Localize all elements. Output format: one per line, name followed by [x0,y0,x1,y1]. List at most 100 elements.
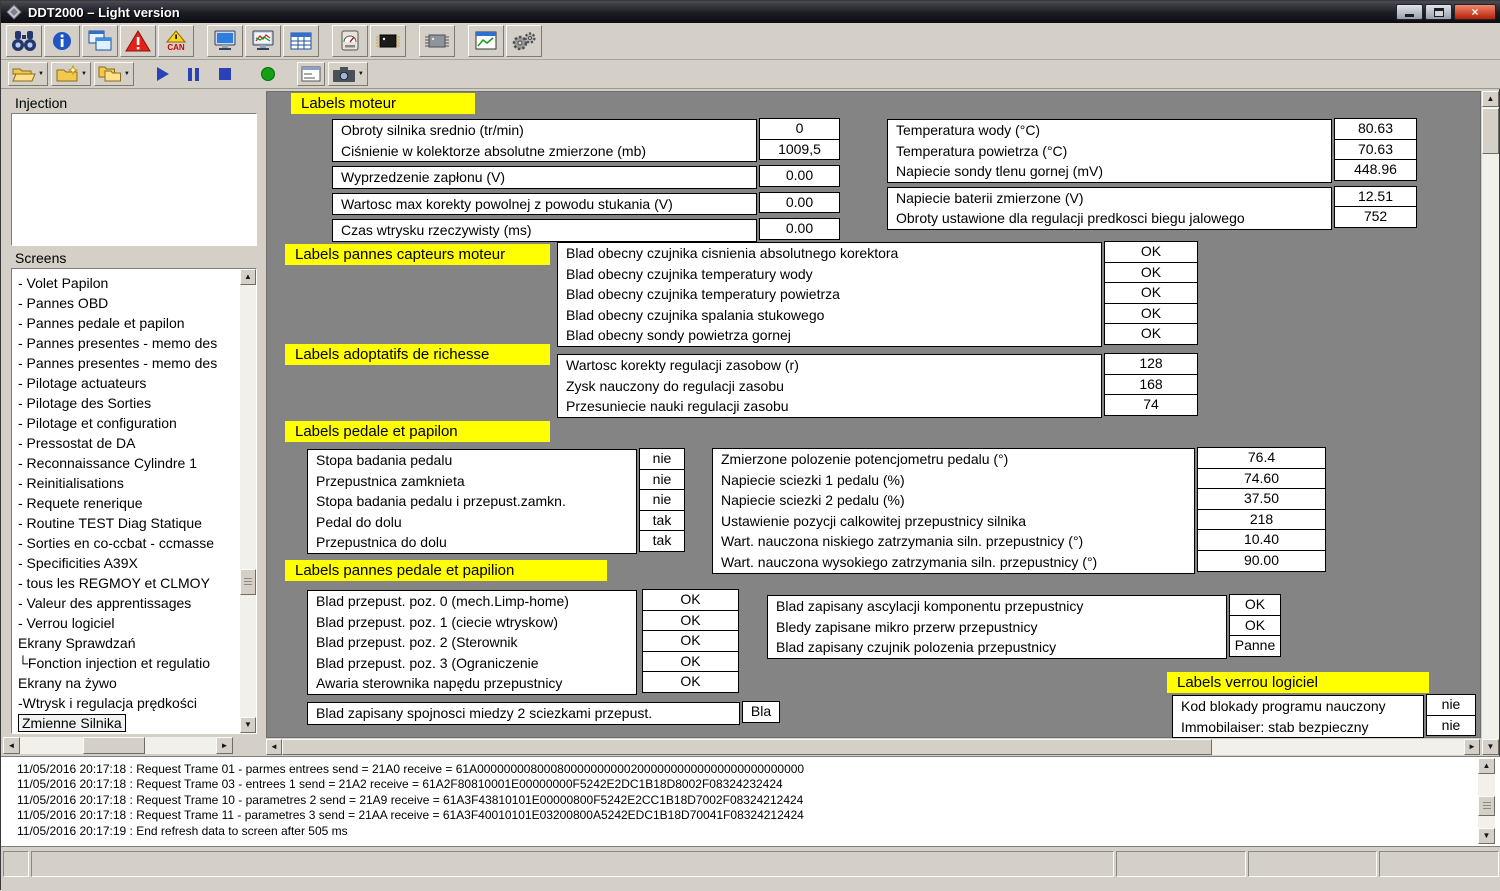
param-value: nie [639,469,685,491]
scroll-up-button[interactable]: ▲ [1482,91,1499,107]
param-value: OK [642,651,739,673]
injection-panel[interactable] [11,113,257,246]
scroll-thumb[interactable] [1482,108,1499,154]
measure-button[interactable] [332,25,368,57]
info-button[interactable] [44,25,80,57]
sidebar-item[interactable]: - Routine TEST Diag Statique [14,513,238,533]
screens-vertical-scrollbar[interactable]: ▲ ▼ [240,269,256,733]
sidebar-item[interactable]: - Pilotage des Sorties [14,393,238,413]
minimize-button[interactable] [1396,4,1423,20]
param-labels: Napiecie baterii zmierzone (V)Obroty ust… [887,187,1332,230]
new-folder-button[interactable]: ▼ [51,62,91,86]
folders-button[interactable]: ▼ [94,62,134,86]
param-value: 90.00 [1197,550,1326,572]
scroll-thumb[interactable] [83,737,145,754]
scroll-thumb[interactable] [1478,796,1495,816]
sidebar-item[interactable]: - tous les REGMOY et CLMOY [14,573,238,593]
capteurs-table: Blad obecny czujnika cisnienia absolutne… [557,242,1198,347]
param-value: Panne [1229,635,1281,657]
log-vertical-scrollbar[interactable]: ▲ ▼ [1478,758,1495,844]
chart-window-button[interactable] [468,25,504,57]
param-label: Pedal do dolu [308,512,636,533]
table-button[interactable] [283,25,319,57]
scroll-up-button[interactable]: ▲ [240,269,256,285]
sidebar-item[interactable]: - Pilotage et configuration [14,413,238,433]
param-values: 0.00 [759,166,840,187]
graph-button[interactable] [245,25,281,57]
monitor-button[interactable] [207,25,243,57]
form-button[interactable] [297,62,325,86]
log-line: 11/05/2016 20:17:18 : Request Trame 11 -… [17,808,1477,823]
sidebar-item[interactable]: - Pannes OBD [14,293,238,313]
main-horizontal-scrollbar[interactable]: ◄ ► [266,739,1480,755]
scroll-up-button[interactable]: ▲ [1478,758,1495,774]
sidebar-item[interactable]: - Sorties en co-ccbat - ccmasse [14,533,238,553]
warning-icon [125,29,151,53]
param-group: Blad obecny czujnika cisnienia absolutne… [557,242,1198,347]
param-labels: Wartosc max korekty powolnej z powodu st… [332,193,757,216]
sidebar-item[interactable]: - Pressostat de DA [14,433,238,453]
faults-button[interactable] [120,25,156,57]
sidebar-item[interactable]: - Specificities A39X [14,553,238,573]
sidebar-item[interactable]: - Requete renerique [14,493,238,513]
sidebar-item-label: - Requete renerique [18,493,143,513]
param-labels: Zmierzone polozenie potencjometru pedalu… [712,448,1195,574]
app-window: DDT2000 – Light version × [0,0,1500,890]
settings-button[interactable] [506,25,542,57]
maximize-button[interactable] [1425,4,1452,20]
param-values: OKOKOKOKOK [642,590,739,693]
sidebar-item[interactable]: - Volet Papilon [14,273,238,293]
can-faults-button[interactable]: CAN [158,25,194,57]
scroll-thumb[interactable] [282,739,1212,755]
sidebar-item[interactable]: Zmienne Silnika [14,713,238,733]
param-values: OKOKPanne [1229,595,1281,657]
param-value: OK [642,589,739,611]
camera-button[interactable]: ▼ [328,62,368,86]
toolbar-separator [242,74,251,75]
scroll-down-button[interactable]: ▼ [240,717,256,733]
sidebar-item[interactable]: - Pannes presentes - memo des [14,353,238,373]
sidebar-item[interactable]: - Pannes pedale et papilon [14,313,238,333]
scroll-left-button[interactable]: ◄ [266,739,282,755]
main-vertical-scrollbar[interactable]: ▲ ▼ [1482,91,1499,755]
param-group: Napiecie baterii zmierzone (V)Obroty ust… [887,187,1417,230]
ecu-button[interactable] [370,25,406,57]
param-group: Obroty silnika srednio (tr/min)Ciśnienie… [332,119,840,162]
param-values: 01009,5 [759,119,840,160]
sidebar-item[interactable]: -Wtrysk i regulacja prędkości [14,693,238,713]
param-value: OK [1229,594,1281,616]
param-labels: Blad zapisany ascylacji komponentu przep… [767,595,1227,659]
scroll-down-button[interactable]: ▼ [1482,739,1499,755]
pedale-right-table: Zmierzone polozenie potencjometru pedalu… [712,448,1326,574]
play-button[interactable] [149,62,177,86]
sidebar-item[interactable]: └Fonction injection et regulatio [14,653,238,673]
scroll-right-button[interactable]: ► [216,737,233,754]
sidebar-item[interactable]: - Pannes presentes - memo des [14,333,238,353]
scroll-thumb[interactable] [240,569,256,595]
sidebar-horizontal-scrollbar[interactable]: ◄ ► [3,737,233,754]
pause-button[interactable] [180,62,208,86]
log-line: 11/05/2016 20:17:18 : Request Trame 01 -… [17,762,1477,777]
screens-header: Screens [15,250,66,266]
sidebar-item[interactable]: - Verrou logiciel [14,613,238,633]
screens-button[interactable] [82,25,118,57]
stop-button[interactable] [211,62,239,86]
injection-header: Injection [15,95,67,111]
sidebar-item[interactable]: - Reconnaissance Cylindre 1 [14,453,238,473]
scroll-down-button[interactable]: ▼ [1478,828,1495,844]
sidebar-item[interactable]: - Valeur des apprentissages [14,593,238,613]
sidebar-item[interactable]: Ekrany na żywo [14,673,238,693]
sidebar-item[interactable]: - Pilotage actuateurs [14,373,238,393]
sidebar-item[interactable]: Ekrany Sprawdzań [14,633,238,653]
scroll-left-button[interactable]: ◄ [3,737,20,754]
search-button[interactable] [6,25,42,57]
scroll-right-button[interactable]: ► [1464,739,1480,755]
param-labels: Kod blokady programu nauczonyImmobilaise… [1172,695,1424,738]
open-folder-button[interactable]: ▼ [8,62,48,86]
status-panel [1248,851,1377,877]
window-title: DDT2000 – Light version [28,5,180,20]
sidebar-item[interactable]: - Reinitialisations [14,473,238,493]
close-button[interactable]: × [1454,4,1496,20]
record-button[interactable] [254,62,282,86]
ecu2-button[interactable] [419,25,455,57]
